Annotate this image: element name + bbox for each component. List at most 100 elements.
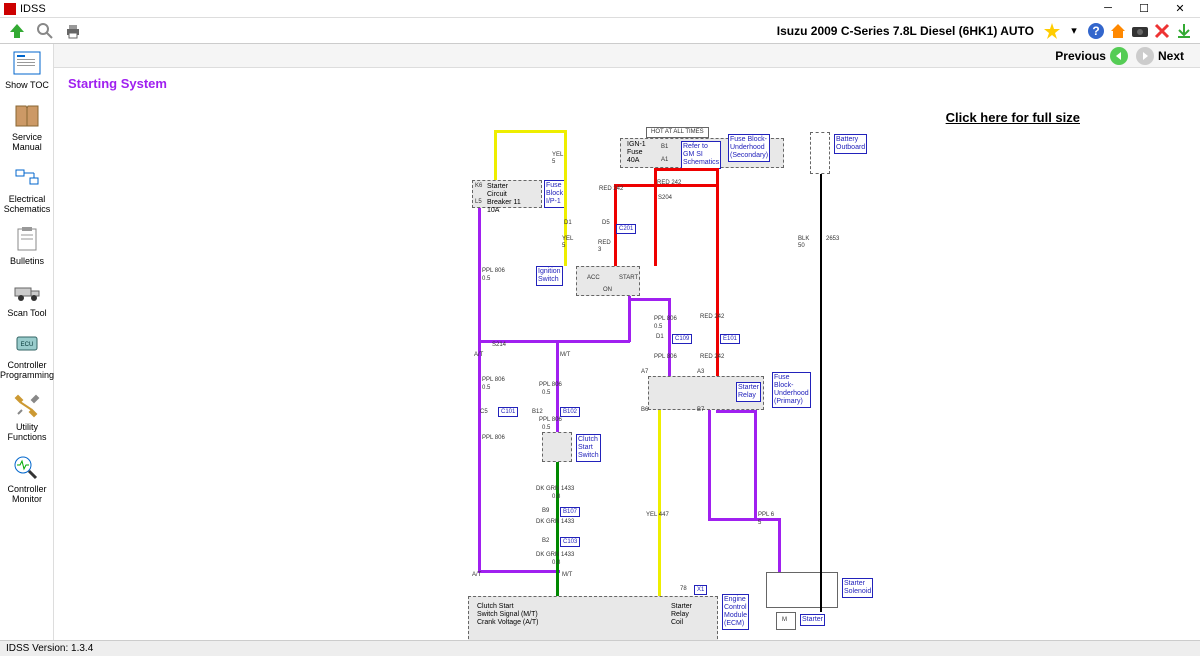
truck-icon: [10, 276, 44, 306]
sidebar-item-schematics[interactable]: Electrical Schematics: [0, 158, 54, 220]
starter-label: Starter: [800, 614, 825, 626]
wire-label: PPL 806: [539, 382, 562, 389]
sidebar-item-label: Scan Tool: [0, 308, 54, 318]
home-up-icon[interactable]: [6, 21, 28, 41]
wire-label: M/T: [562, 572, 572, 579]
connector: X1: [694, 585, 707, 595]
svg-text:?: ?: [1092, 24, 1099, 38]
wire-label: PPL 806: [539, 417, 562, 424]
wire-label: DK GRN 1433: [536, 486, 574, 493]
home-icon[interactable]: [1108, 21, 1128, 41]
sidebar-item-utility[interactable]: Utility Functions: [0, 386, 54, 448]
sidebar-item-bulletins[interactable]: Bulletins: [0, 220, 54, 272]
wire-dkgrn: [556, 462, 559, 596]
wire-label: A/T: [474, 352, 483, 359]
connector: C103: [560, 537, 580, 547]
star-icon[interactable]: [1042, 21, 1062, 41]
book-icon: [10, 100, 44, 130]
ecm-box: Clutch Start Switch Signal (M/T) Crank V…: [468, 596, 718, 640]
wire-label: RED 242: [700, 354, 724, 361]
hot-label: HOT AT ALL TIMES: [646, 127, 709, 138]
wire-label: D1: [656, 334, 664, 341]
sidebar-item-controller-programming[interactable]: ECU Controller Programming: [0, 324, 54, 386]
svg-text:ECU: ECU: [21, 342, 34, 348]
battery-label: Battery Outboard: [834, 134, 867, 154]
wire-label: D1: [564, 220, 572, 227]
full-size-link[interactable]: Click here for full size: [946, 110, 1080, 125]
starter-cb-box: K6 L5 Starter Circuit Breaker 11 10A: [472, 180, 542, 208]
wire-ppl: [478, 208, 481, 572]
download-icon[interactable]: [1174, 21, 1194, 41]
wire-ppl: [478, 570, 560, 573]
app-title: IDSS: [20, 3, 1096, 15]
sidebar-item-label: Utility Functions: [0, 422, 54, 442]
wire-yel: [494, 130, 566, 133]
wire-label: B12: [532, 409, 543, 416]
ign-sw-label: Ignition Switch: [536, 266, 563, 286]
sidebar-item-toc[interactable]: Show TOC: [0, 44, 54, 96]
page-title: Starting System: [68, 76, 1200, 91]
wire-ppl: [708, 410, 711, 520]
sidebar-item-service-manual[interactable]: Service Manual: [0, 96, 54, 158]
help-icon[interactable]: ?: [1086, 21, 1106, 41]
monitor-icon: [10, 452, 44, 482]
connector: C101: [498, 407, 518, 417]
wire-blk: [820, 174, 822, 612]
fuse-pri-label: Fuse Block- Underhood (Primary): [772, 372, 811, 408]
connector: B107: [560, 507, 580, 517]
tools-icon: [10, 390, 44, 420]
ignition-switch-box: ACC START ON: [576, 266, 640, 296]
toc-icon: [10, 48, 44, 78]
wire-red: [654, 168, 718, 171]
battery-box: [810, 132, 830, 174]
starter-motor-box: M: [776, 612, 796, 630]
wire-label: C5: [480, 409, 488, 416]
connector: C109: [672, 334, 692, 344]
wire-label: 0.5: [542, 390, 550, 397]
starter-solenoid-box: [766, 572, 838, 608]
wire-label: S204: [658, 195, 672, 202]
next-label: Next: [1158, 49, 1184, 63]
fuse-sec-label: Fuse Block- Underhood (Secondary): [728, 134, 770, 162]
wire-ppl: [668, 298, 671, 376]
sidebar-item-controller-monitor[interactable]: Controller Monitor: [0, 448, 54, 510]
wire-label: RED 3: [598, 240, 611, 254]
schematic-icon: [10, 162, 44, 192]
print-icon[interactable]: [62, 21, 84, 41]
maximize-button[interactable]: ☐: [1132, 2, 1156, 15]
wiring-diagram: HOT AT ALL TIMES IGN-1 Fuse 40A Refer to…: [414, 124, 884, 640]
wire-yel: [658, 410, 661, 596]
wire-label: DK GRN 1433: [536, 519, 574, 526]
close-button[interactable]: ✕: [1168, 2, 1192, 15]
wire-ppl: [754, 410, 757, 520]
minimize-button[interactable]: ─: [1096, 2, 1120, 15]
sidebar-item-scan-tool[interactable]: Scan Tool: [0, 272, 54, 324]
sidebar-item-label: Controller Programming: [0, 360, 54, 380]
camera-icon[interactable]: [1130, 21, 1150, 41]
wire-label: A/T: [472, 572, 481, 579]
dropdown-arrow-icon[interactable]: ▾: [1064, 21, 1084, 41]
wire-label: BLK 50: [798, 236, 809, 250]
sidebar-item-label: Show TOC: [0, 80, 54, 90]
clutch-switch-box: [542, 432, 572, 462]
wire-ppl: [628, 296, 631, 342]
wire-label: D5: [602, 220, 610, 227]
wire-label: 0.8: [552, 494, 560, 501]
wire-label: 2653: [826, 236, 839, 243]
prev-button[interactable]: [1110, 47, 1128, 65]
delete-icon[interactable]: [1152, 21, 1172, 41]
connector: E101: [720, 334, 740, 344]
wire-label: YEL 5: [552, 152, 563, 166]
search-icon[interactable]: [34, 21, 56, 41]
wire-label: PPL 806: [482, 268, 505, 275]
next-button[interactable]: [1136, 47, 1154, 65]
sidebar-item-label: Bulletins: [0, 256, 54, 266]
wire-label: RED 242: [599, 186, 623, 193]
clipboard-icon: [10, 224, 44, 254]
app-icon: [4, 3, 16, 15]
wire-label: 5: [758, 520, 761, 527]
vehicle-label: Isuzu 2009 C-Series 7.8L Diesel (6HK1) A…: [777, 24, 1034, 38]
wire-label: 0.5: [482, 276, 490, 283]
ecm-label: Engine Control Module (ECM): [722, 594, 749, 630]
ecu-icon: ECU: [10, 328, 44, 358]
